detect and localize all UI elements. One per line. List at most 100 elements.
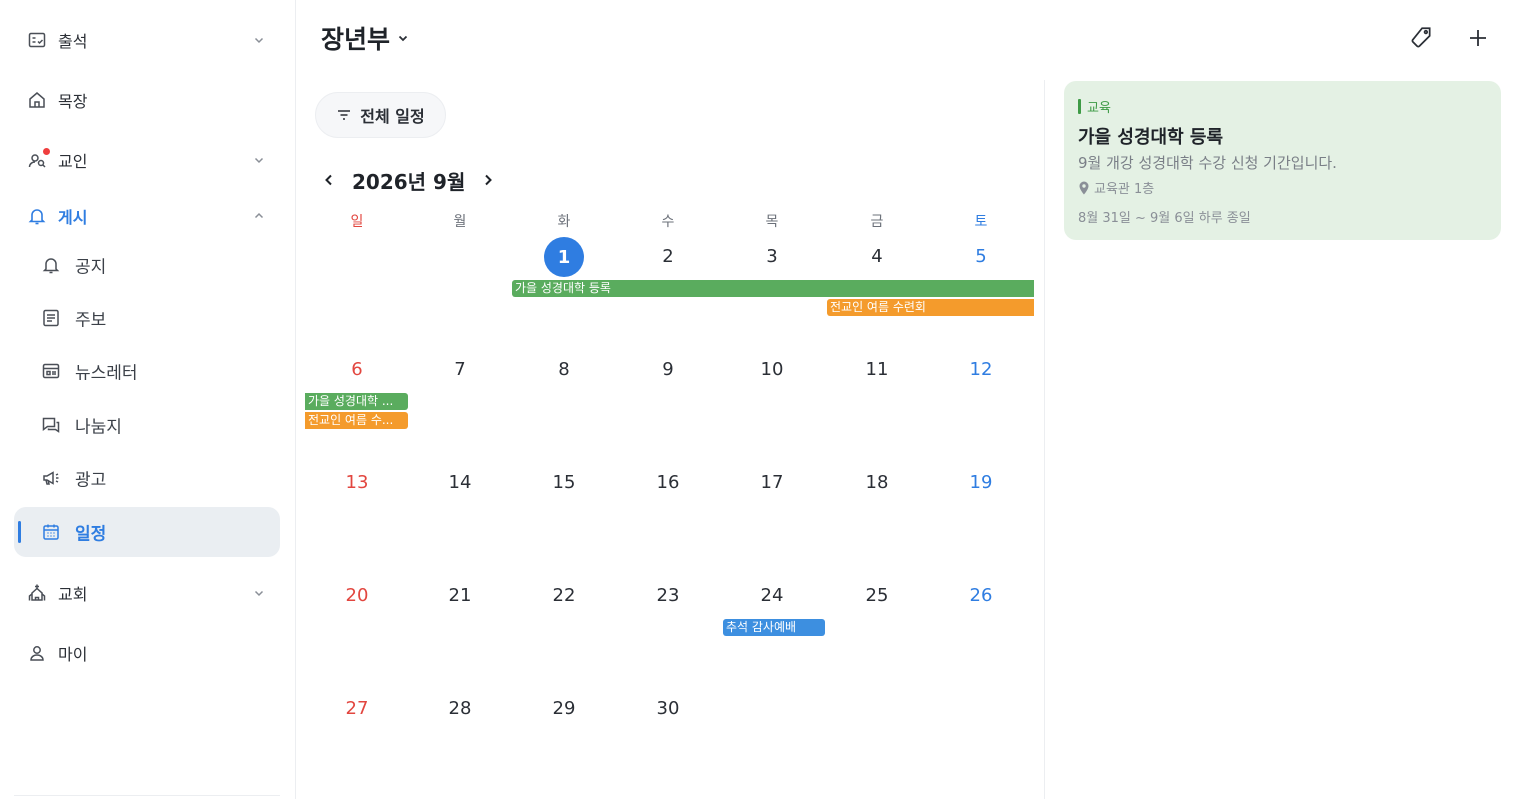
event-description: 9월 개강 성경대학 수강 신청 기간입니다. bbox=[1078, 154, 1337, 172]
bulletin-icon bbox=[40, 307, 62, 329]
day-cell[interactable]: 20 bbox=[305, 582, 409, 610]
event-bar[interactable]: 전교인 여름 수... bbox=[305, 412, 408, 429]
chevron-down-icon bbox=[398, 35, 408, 42]
event-detail-card[interactable]: 교육 가을 성경대학 등록 9월 개강 성경대학 수강 신청 기간입니다. 교육… bbox=[1064, 81, 1501, 240]
sub-item-ads[interactable]: 광고 bbox=[14, 453, 280, 503]
plus-icon bbox=[1470, 30, 1486, 46]
event-location: 교육관 1층 bbox=[1078, 178, 1154, 197]
calendar-icon bbox=[40, 521, 62, 543]
page-title-text: 장년부 bbox=[321, 25, 391, 54]
tag-button[interactable] bbox=[1405, 22, 1437, 54]
chevron-down-icon bbox=[254, 590, 264, 597]
day-cell[interactable]: 27 bbox=[305, 695, 409, 723]
day-cell[interactable]: 26 bbox=[929, 582, 1033, 610]
day-cell[interactable]: 12 bbox=[929, 356, 1033, 384]
day-cell[interactable]: 25 bbox=[825, 582, 929, 610]
day-cell[interactable]: 6 bbox=[305, 356, 409, 384]
day-cell[interactable]: 21 bbox=[408, 582, 512, 610]
sub-item-notice[interactable]: 공지 bbox=[14, 240, 280, 290]
event-location-text: 교육관 1층 bbox=[1094, 182, 1155, 197]
day-cell[interactable]: 14 bbox=[408, 469, 512, 497]
add-button[interactable] bbox=[1462, 22, 1494, 54]
day-cell[interactable]: 9 bbox=[616, 356, 720, 384]
megaphone-icon bbox=[40, 467, 62, 489]
day-cell[interactable]: 18 bbox=[825, 469, 929, 497]
day-cell[interactable]: 22 bbox=[512, 582, 616, 610]
day-cell[interactable]: 17 bbox=[720, 469, 824, 497]
day-cell[interactable]: 19 bbox=[929, 469, 1033, 497]
selected-indicator bbox=[18, 521, 21, 543]
day-cell[interactable]: 4 bbox=[825, 243, 929, 271]
weekday-label: 월 bbox=[453, 214, 467, 230]
event-title: 가을 성경대학 등록 bbox=[1078, 127, 1224, 148]
nav-label: 교인 bbox=[58, 152, 88, 171]
sub-item-label: 공지 bbox=[75, 257, 107, 278]
sub-item-bulletin[interactable]: 주보 bbox=[14, 293, 280, 343]
day-cell[interactable]: 10 bbox=[720, 356, 824, 384]
nav-item-church[interactable]: 교회 bbox=[14, 568, 280, 618]
nav-item-members[interactable]: 교인 bbox=[14, 135, 280, 185]
sub-item-label: 광고 bbox=[75, 470, 107, 491]
sub-item-sharing[interactable]: 나눔지 bbox=[14, 400, 280, 450]
location-pin-icon bbox=[1079, 181, 1089, 194]
event-bar[interactable]: 추석 감사예배 bbox=[723, 619, 825, 636]
notification-dot bbox=[43, 148, 50, 155]
day-cell[interactable]: 24 bbox=[720, 582, 824, 610]
category-marker bbox=[1078, 99, 1081, 114]
prev-month-button[interactable] bbox=[318, 164, 340, 196]
home-icon bbox=[26, 89, 48, 111]
month-label: 2026년 9월 bbox=[352, 169, 466, 194]
day-cell[interactable]: 8 bbox=[512, 356, 616, 384]
day-cell[interactable]: 5 bbox=[929, 243, 1033, 271]
day-cell[interactable]: 13 bbox=[305, 469, 409, 497]
chevron-right-icon bbox=[485, 174, 493, 186]
nav-label: 마이 bbox=[58, 645, 88, 664]
filter-icon bbox=[338, 110, 351, 120]
next-month-button[interactable] bbox=[477, 164, 499, 196]
day-cell[interactable]: 28 bbox=[408, 695, 512, 723]
day-cell[interactable]: 30 bbox=[616, 695, 720, 723]
filter-button[interactable]: 전체 일정 bbox=[315, 92, 446, 138]
sub-item-schedule[interactable]: 일정 bbox=[14, 507, 280, 557]
nav-item-mokjang[interactable]: 목장 bbox=[14, 75, 280, 125]
chat-icon bbox=[40, 414, 62, 436]
tag-icon bbox=[1411, 27, 1431, 48]
bell-icon bbox=[26, 205, 48, 227]
sub-item-label: 나눔지 bbox=[75, 417, 122, 438]
weekday-label: 금 bbox=[870, 214, 884, 230]
sub-item-label: 주보 bbox=[75, 310, 107, 331]
newsletter-icon bbox=[40, 360, 62, 382]
nav-label: 출석 bbox=[58, 32, 88, 51]
event-category: 교육 bbox=[1078, 97, 1111, 116]
chevron-up-icon bbox=[254, 212, 264, 219]
nav-item-attendance[interactable]: 출석 bbox=[14, 15, 280, 65]
nav-item-my[interactable]: 마이 bbox=[14, 628, 280, 678]
user-icon bbox=[26, 642, 48, 664]
day-cell[interactable]: 29 bbox=[512, 695, 616, 723]
page-title[interactable]: 장년부 bbox=[321, 20, 410, 56]
day-cell[interactable]: 23 bbox=[616, 582, 720, 610]
day-cell[interactable]: 11 bbox=[825, 356, 929, 384]
filter-label: 전체 일정 bbox=[360, 107, 425, 126]
sub-item-newsletter[interactable]: 뉴스레터 bbox=[14, 346, 280, 396]
day-cell[interactable]: 2 bbox=[616, 243, 720, 271]
nav-item-posts[interactable]: 게시 bbox=[14, 191, 280, 241]
nav-label: 목장 bbox=[58, 92, 88, 111]
sub-item-label: 일정 bbox=[75, 524, 107, 545]
members-icon bbox=[26, 148, 50, 171]
weekday-label: 수 bbox=[661, 214, 675, 230]
day-cell[interactable]: 7 bbox=[408, 356, 512, 384]
event-category-label: 교육 bbox=[1087, 101, 1111, 116]
event-bar[interactable]: 가을 성경대학 등록 bbox=[512, 280, 1034, 297]
chevron-left-icon bbox=[325, 174, 332, 186]
day-cell[interactable]: 3 bbox=[720, 243, 824, 271]
bell-icon bbox=[40, 254, 62, 276]
event-bar[interactable]: 가을 성경대학 ... bbox=[305, 393, 408, 410]
nav-label: 게시 bbox=[58, 208, 88, 227]
sidebar: 출석 목장 교인 게시 공지 주보 뉴스레터 나눔지 광고 일정 교회 마이 bbox=[0, 0, 296, 799]
event-bar[interactable]: 전교인 여름 수련회 bbox=[827, 299, 1034, 316]
today-day-cell[interactable]: 1 bbox=[544, 237, 584, 277]
day-cell[interactable]: 15 bbox=[512, 469, 616, 497]
day-cell[interactable]: 16 bbox=[616, 469, 720, 497]
church-icon bbox=[26, 582, 48, 604]
